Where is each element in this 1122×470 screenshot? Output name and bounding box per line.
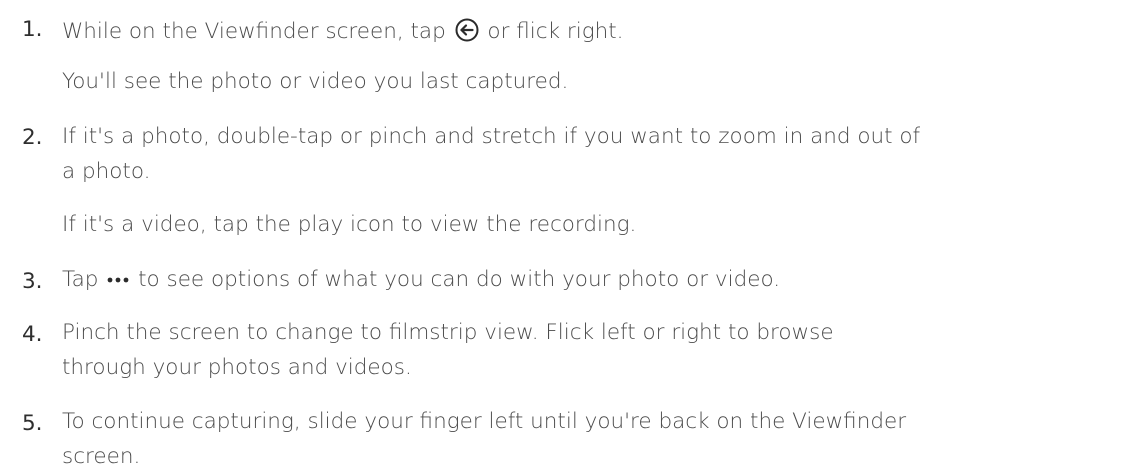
step-text-part: Tap <box>62 267 106 292</box>
back-arrow-circle-icon <box>455 18 479 42</box>
step-text-part: or flick right. <box>480 19 624 44</box>
step-text-part: to see options of what you can do with y… <box>131 267 781 292</box>
step-text-line-2: a photo. <box>62 159 151 184</box>
step-number: 5. <box>22 411 43 436</box>
step-number: 3. <box>22 269 43 294</box>
step-note: If it's a video, tap the play icon to vi… <box>62 212 637 237</box>
step-number: 2. <box>22 125 43 150</box>
step-text-line-2: through your photos and videos. <box>62 355 412 380</box>
step-text-line-1: To continue capturing, slide your finger… <box>62 409 907 434</box>
step-number: 4. <box>22 322 43 347</box>
step-text-line-1: If it's a photo, double-tap or pinch and… <box>62 124 921 149</box>
step-text: While on the Viewfinder screen, tap or f… <box>62 18 623 43</box>
step-number: 1. <box>22 17 43 42</box>
step-text-part: While on the Viewfinder screen, tap <box>62 19 453 44</box>
step-text: Tap to see options of what you can do wi… <box>62 269 780 291</box>
step-text-line-1: Pinch the screen to change to filmstrip … <box>62 320 834 345</box>
more-options-dots-icon <box>107 277 129 283</box>
step-text-line-2: screen. <box>62 444 141 469</box>
step-note: You'll see the photo or video you last c… <box>62 69 569 94</box>
